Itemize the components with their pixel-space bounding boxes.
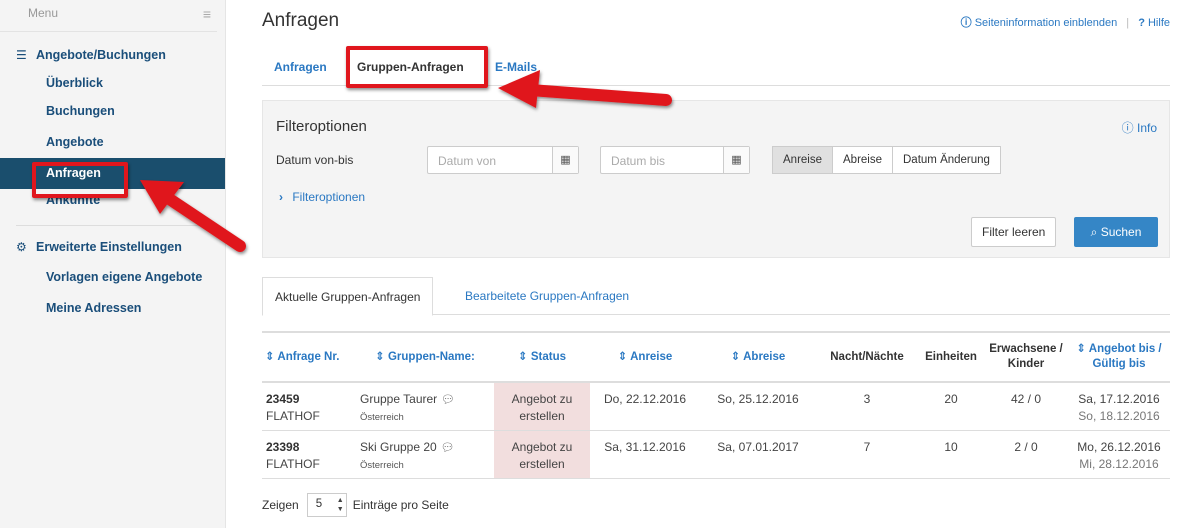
- arrow-to-sidebar-icon: [140, 180, 246, 252]
- arrow-to-tab-icon: [498, 70, 672, 108]
- annotation-arrows: [140, 70, 672, 252]
